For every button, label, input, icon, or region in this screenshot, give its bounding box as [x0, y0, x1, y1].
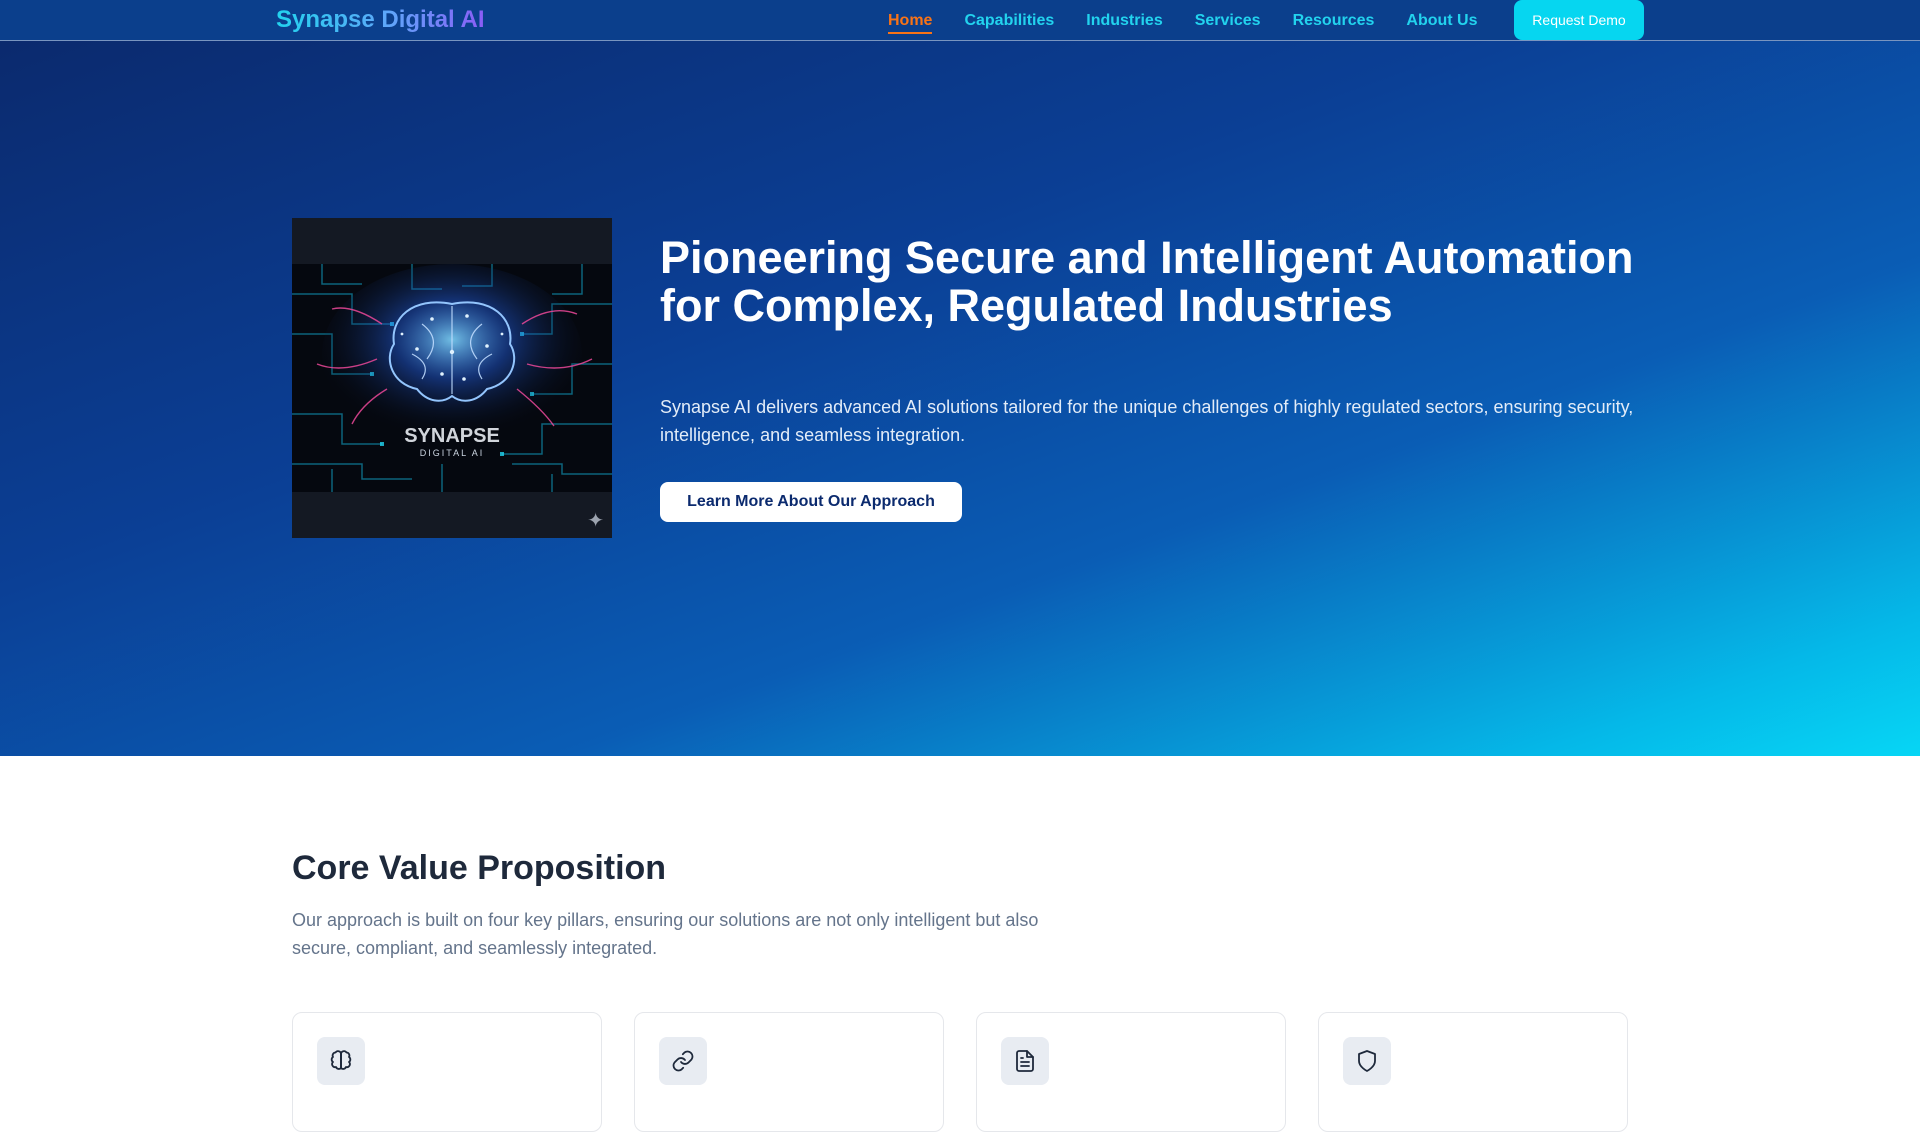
pillar-card-4 — [1318, 1012, 1628, 1132]
nav-link-industries[interactable]: Industries — [1086, 8, 1162, 34]
document-icon — [1001, 1037, 1049, 1085]
section-subtitle: Our approach is built on four key pillar… — [292, 910, 1039, 958]
nav-link-home[interactable]: Home — [888, 8, 933, 34]
nav-link-about-us[interactable]: About Us — [1406, 8, 1477, 34]
hero-section: SYNAPSE DIGITAL AI ✦ Pioneering Secure a… — [0, 41, 1920, 756]
pillar-card-1 — [292, 1012, 602, 1132]
top-navbar: Synapse Digital AI Home Capabilities Ind… — [0, 0, 1920, 41]
section-title: Core Value Proposition — [292, 849, 667, 887]
nav-link-services[interactable]: Services — [1195, 8, 1261, 34]
pillar-card-2 — [634, 1012, 944, 1132]
synapse-logo-subtext: DIGITAL AI — [420, 448, 485, 458]
synapse-logo-text: SYNAPSE — [404, 425, 500, 447]
hero-title: Pioneering Secure and Intelligent Automa… — [660, 232, 1634, 331]
synapse-brain-illustration: SYNAPSE DIGITAL AI — [292, 264, 612, 492]
learn-more-button[interactable]: Learn More About Our Approach — [660, 482, 962, 522]
hero-image: SYNAPSE DIGITAL AI ✦ — [292, 218, 612, 538]
pillar-card-3 — [976, 1012, 1286, 1132]
shield-icon — [1343, 1037, 1391, 1085]
nav-link-resources[interactable]: Resources — [1293, 8, 1375, 34]
nav-link-capabilities[interactable]: Capabilities — [964, 8, 1054, 34]
link-icon — [659, 1037, 707, 1085]
main-nav: Home Capabilities Industries Services Re… — [888, 0, 1510, 41]
brain-icon — [317, 1037, 365, 1085]
sparkle-icon: ✦ — [587, 508, 604, 532]
brand-logo[interactable]: Synapse Digital AI — [276, 6, 485, 34]
request-demo-button[interactable]: Request Demo — [1514, 0, 1644, 40]
hero-subtitle: Synapse AI delivers advanced AI solution… — [660, 397, 1634, 445]
